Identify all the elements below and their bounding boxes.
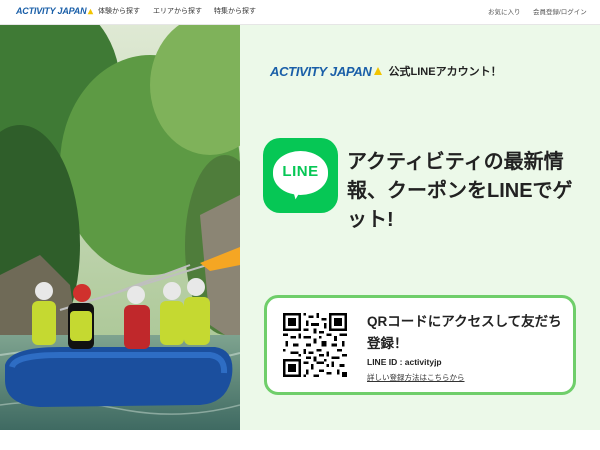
qr-code-icon [283,313,347,377]
line-icon-label: LINE [282,163,319,180]
site-header: ACTIVITY JAPAN 体験から探す エリアから探す 特集から探す お気に… [0,0,600,25]
official-line-caption: 公式LINEアカウント！ [388,66,502,78]
logo-mark-icon [88,8,94,14]
line-app-icon: LINE [263,138,338,213]
nav-feature[interactable]: 特集から探す [214,6,256,16]
favorites-link[interactable]: お気に入り [488,6,521,16]
qr-card-title: QRコードにアクセスして友だち登録！ [367,314,562,351]
rafting-photo-illustration [0,25,240,430]
registration-help-link[interactable]: 詳しい登録方法はこちらから [367,372,465,383]
brand-row: ACTIVITY JAPAN 公式LINEアカウント！ [270,63,502,79]
signup-login-link[interactable]: 会員登録/ログイン [533,6,587,16]
line-bubble-tail [289,188,301,201]
promo-headline: アクティビティの最新情報、クーポンをLINEでゲット! [347,151,573,231]
nav-area[interactable]: エリアから探す [153,6,202,16]
qr-card: QRコードにアクセスして友だち登録！ LINE ID : activityjp … [264,295,576,395]
brand-logo-mark-icon [373,67,382,75]
rafting-photo [0,25,240,430]
line-promo-panel: ACTIVITY JAPAN 公式LINEアカウント！ LINE アクティビティ… [240,25,600,430]
page-bottom-strip [0,430,600,450]
brand-logo-text: ACTIVITY JAPAN [270,63,372,79]
site-logo-text: ACTIVITY JAPAN [16,6,87,16]
site-logo[interactable]: ACTIVITY JAPAN [16,4,94,18]
line-id-text: LINE ID : activityjp [367,357,442,367]
nav-experience[interactable]: 体験から探す [98,6,140,16]
